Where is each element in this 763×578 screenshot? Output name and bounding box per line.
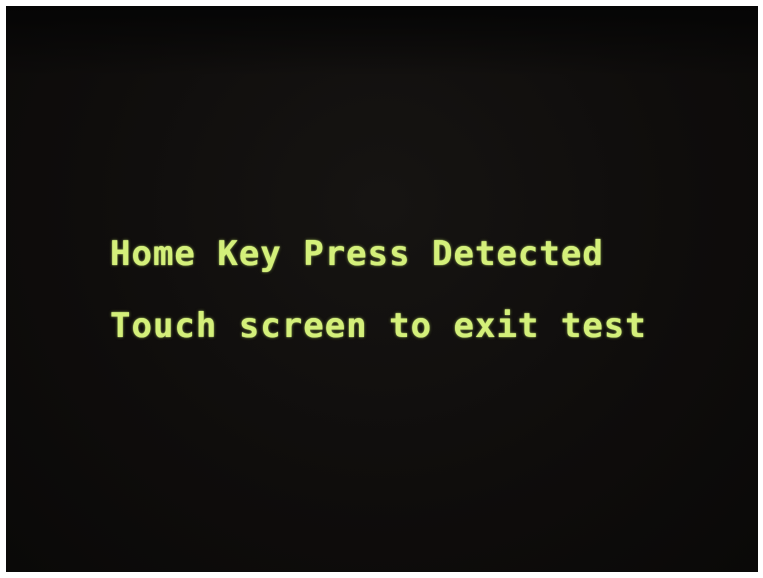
home-key-detected-message: Home Key Press Detected: [110, 234, 604, 274]
exit-test-instruction: Touch screen to exit test: [110, 306, 647, 346]
test-screen[interactable]: Home Key Press Detected Touch screen to …: [6, 6, 758, 572]
screen-top-shade: [6, 6, 758, 76]
photo-frame: Home Key Press Detected Touch screen to …: [0, 0, 763, 578]
